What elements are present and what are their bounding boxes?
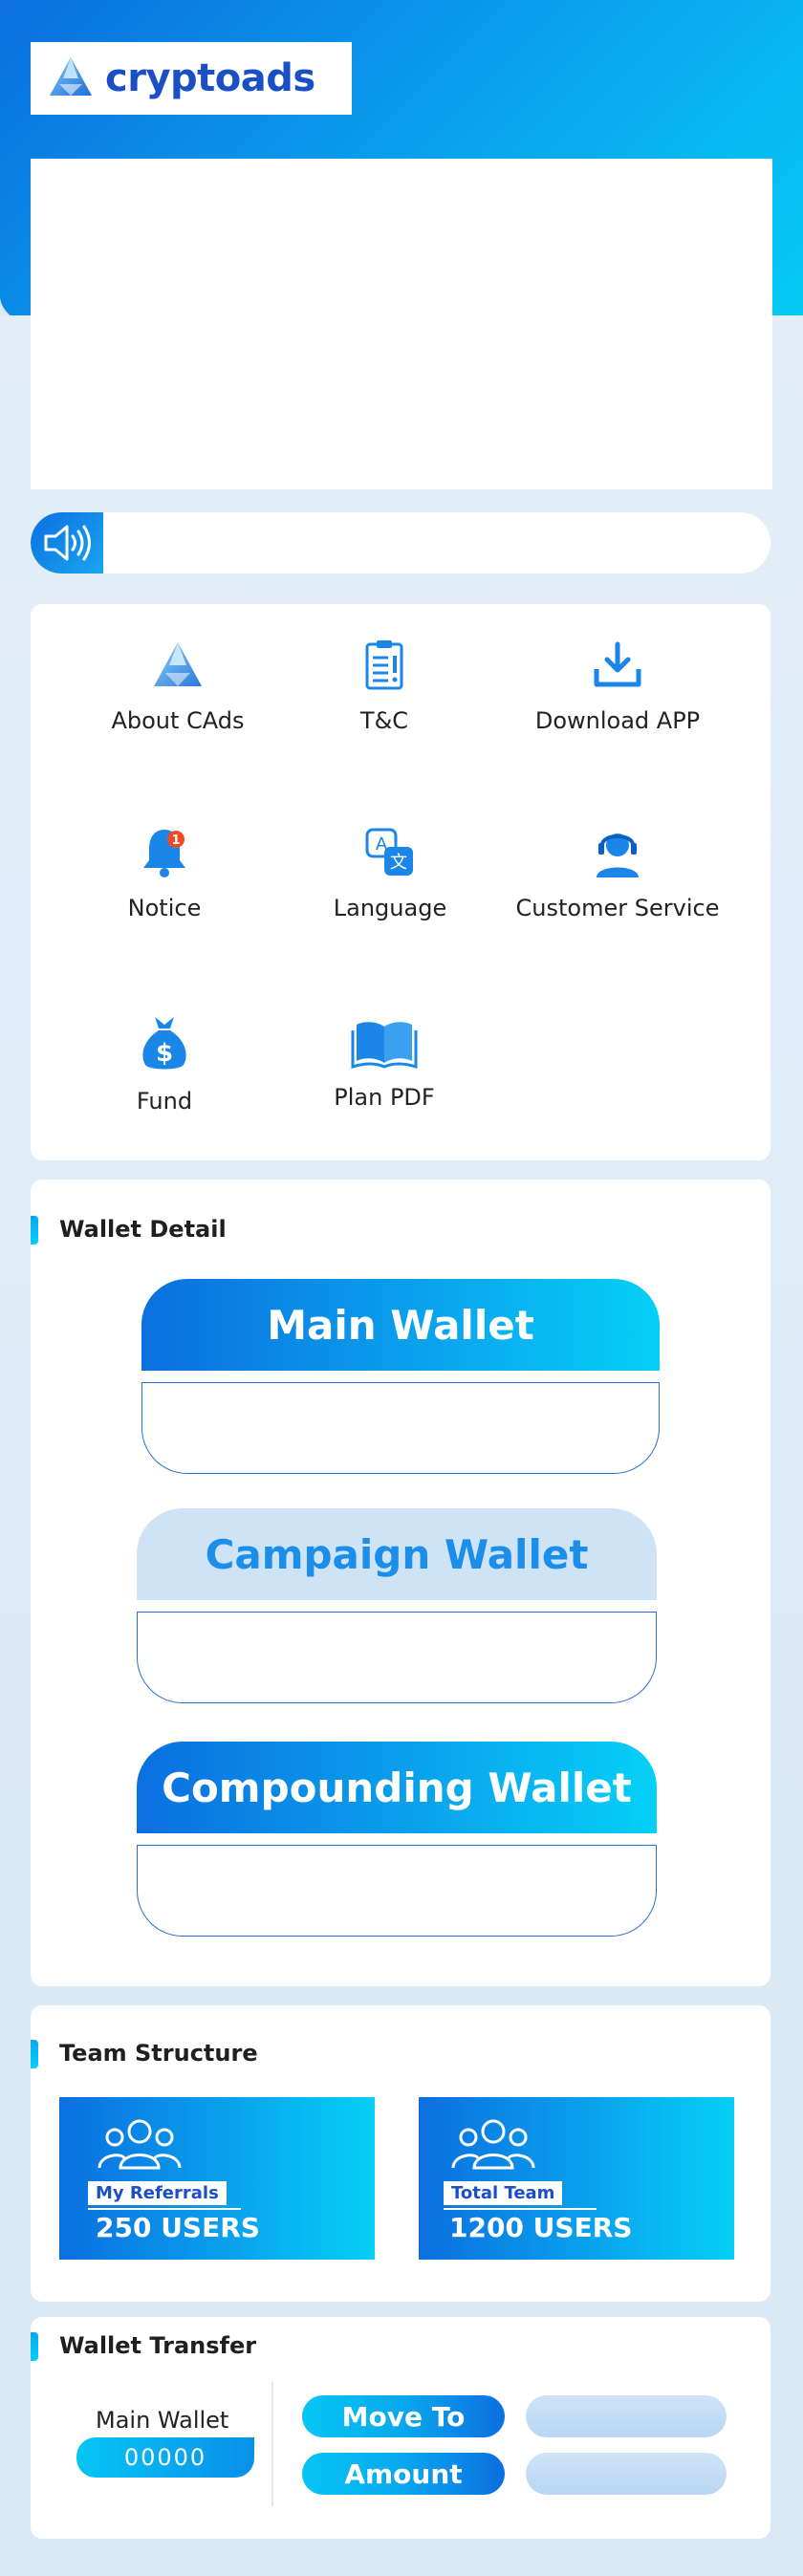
source-wallet-value: 00000: [123, 2444, 207, 2471]
wallet-name: Campaign Wallet: [205, 1530, 589, 1578]
logo-pyramid-icon: [50, 57, 92, 96]
amount-label-pill: Amount: [302, 2453, 505, 2495]
team-count: 250 USERS: [96, 2212, 260, 2243]
menu-label: About CAds: [111, 707, 245, 734]
team-tag: Total Team: [444, 2181, 563, 2205]
team-tag: My Referrals: [88, 2181, 227, 2205]
divider: [444, 2208, 597, 2210]
section-accent: [31, 2332, 38, 2361]
campaign-wallet-balance: [137, 1612, 657, 1703]
brand-logo[interactable]: cryptoads: [31, 42, 352, 115]
total-team-box[interactable]: Total Team 1200 USERS: [419, 2097, 734, 2260]
compounding-wallet-header[interactable]: Compounding Wallet: [137, 1742, 657, 1833]
main-wallet-header[interactable]: Main Wallet: [141, 1279, 660, 1371]
menu-item-fund[interactable]: $ Fund: [50, 1013, 279, 1115]
section-title: Wallet Transfer: [59, 2332, 257, 2359]
download-icon: [594, 641, 641, 687]
section-title: Wallet Detail: [59, 1216, 227, 1243]
section-accent: [31, 2040, 38, 2068]
clipboard-icon: [365, 640, 403, 690]
section-title: Team Structure: [59, 2040, 258, 2067]
brand-name: cryptoads: [105, 56, 315, 100]
menu-item-terms[interactable]: T&C: [270, 637, 499, 734]
team-count: 1200 USERS: [449, 2212, 633, 2243]
menu-label: Language: [333, 895, 447, 921]
divider: [271, 2382, 273, 2506]
notice-marquee[interactable]: [31, 512, 770, 574]
menu-item-notice[interactable]: 1 Notice: [50, 824, 279, 921]
menu-label: Fund: [136, 1088, 193, 1115]
menu-item-plan-pdf[interactable]: Plan PDF: [270, 1013, 499, 1111]
move-to-select[interactable]: [526, 2395, 727, 2437]
banner-slider[interactable]: [31, 159, 772, 489]
money-bag-icon: $: [142, 1017, 186, 1070]
main-wallet-balance: [141, 1382, 660, 1474]
notice-badge: 1: [171, 833, 180, 848]
wallet-name: Compounding Wallet: [162, 1764, 632, 1811]
amount-label: Amount: [344, 2457, 463, 2490]
menu-item-customer-service[interactable]: Customer Service: [503, 824, 732, 921]
wallet-name: Main Wallet: [267, 1301, 534, 1349]
wallet-detail-card: Wallet Detail Main Wallet Campaign Walle…: [31, 1180, 770, 1986]
menu-label: Download APP: [534, 707, 701, 734]
svg-text:$: $: [156, 1039, 173, 1068]
menu-label: T&C: [359, 707, 409, 734]
amount-input[interactable]: [526, 2453, 727, 2495]
menu-label: Plan PDF: [334, 1084, 435, 1111]
team-structure-card: Team Structure My Referrals 250 USERS To…: [31, 2005, 770, 2302]
compounding-wallet-balance: [137, 1845, 657, 1937]
headset-agent-icon: [597, 833, 639, 877]
speaker-icon: [31, 512, 103, 574]
move-to-label-pill: Move To: [302, 2395, 505, 2437]
divider: [88, 2208, 241, 2210]
move-to-label: Move To: [341, 2400, 466, 2433]
group-users-icon: [98, 2119, 182, 2170]
svg-text:文: 文: [390, 853, 407, 873]
my-referrals-box[interactable]: My Referrals 250 USERS: [59, 2097, 375, 2260]
open-book-icon: [351, 1022, 418, 1070]
menu-label: Notice: [127, 895, 202, 921]
bell-icon: 1: [143, 830, 185, 877]
source-wallet-label: Main Wallet: [96, 2407, 229, 2434]
wallet-transfer-card: Wallet Transfer Main Wallet 00000 Move T…: [31, 2317, 770, 2539]
section-accent: [31, 1216, 38, 1245]
campaign-wallet-header[interactable]: Campaign Wallet: [137, 1508, 657, 1600]
menu-label: Customer Service: [515, 895, 720, 921]
source-wallet-balance: 00000: [76, 2437, 254, 2478]
menu-item-about[interactable]: About CAds: [63, 637, 293, 734]
quick-menu-card: About CAds T&C Download APP 1 Notice A 文…: [31, 604, 770, 1160]
logo-pyramid-icon: [154, 642, 202, 686]
translate-icon: A 文: [365, 828, 413, 876]
menu-item-language[interactable]: A 文 Language: [275, 824, 505, 921]
menu-item-download[interactable]: Download APP: [503, 637, 732, 734]
group-users-icon: [451, 2119, 535, 2170]
